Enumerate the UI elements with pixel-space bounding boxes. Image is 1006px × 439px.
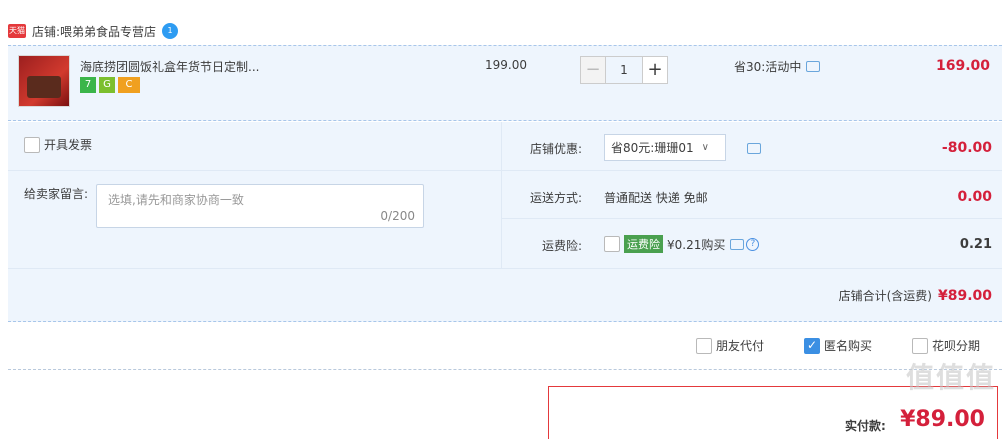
options-left-column: 开具发票 给卖家留言: 选填,请先和商家协商一致 0/200 xyxy=(8,122,502,268)
insurance-price: ¥0.21购买 xyxy=(667,237,726,252)
insurance-tag: 运费险 xyxy=(624,235,663,253)
shipping-label: 运送方式: xyxy=(529,191,582,205)
invoice-label: 开具发票 xyxy=(44,138,93,152)
insurance-comment-icon[interactable] xyxy=(730,238,745,250)
shop-discount-row: 店铺优惠: 省80元:珊珊01 ∨ -80.00 xyxy=(502,122,1002,170)
quantity-stepper: − 1 + xyxy=(580,56,668,84)
shop-name-link[interactable]: 喂弟弟食品专营店 xyxy=(60,23,156,40)
chevron-down-icon: ∨ xyxy=(701,142,709,153)
tmall-logo-icon: 天猫 xyxy=(8,24,26,38)
divider xyxy=(8,170,502,171)
product-title-link[interactable]: 海底捞团圆饭礼盒年货节日定制... xyxy=(80,58,259,75)
checkout-options-row: 朋友代付 匿名购买 花呗分期 xyxy=(8,322,1002,370)
item-subtotal: 169.00 xyxy=(935,58,990,74)
order-options-panel: 开具发票 给卖家留言: 选填,请先和商家协商一致 0/200 店铺优惠: 省80… xyxy=(8,122,1002,322)
insurance-option[interactable]: 运费险 ¥0.21购买 ? xyxy=(604,235,760,253)
product-thumbnail[interactable] xyxy=(18,55,70,107)
wangwang-chat-icon[interactable]: 1 xyxy=(162,23,179,39)
friend-pay-label: 朋友代付 xyxy=(716,339,765,353)
message-label: 给卖家留言: xyxy=(24,187,89,201)
insurance-value: 0.21 xyxy=(959,237,992,252)
shipping-method: 普通配送 快递 免邮 xyxy=(604,191,708,205)
anonymous-option[interactable]: 匿名购买 xyxy=(804,337,872,354)
payment-label: 实付款: xyxy=(845,419,886,433)
promotion-text: 省30:活动中 xyxy=(734,60,802,74)
watermark: 值值值 xyxy=(905,361,996,394)
shop-coupon-select[interactable]: 省80元:珊珊01 ∨ xyxy=(604,134,726,161)
friend-pay-checkbox[interactable] xyxy=(696,337,712,354)
huabei-option[interactable]: 花呗分期 xyxy=(912,337,980,354)
insurance-checkbox[interactable] xyxy=(604,236,620,252)
quantity-input[interactable]: 1 xyxy=(606,56,642,84)
promotion-info: 省30:活动中 xyxy=(734,58,821,75)
invoice-option[interactable]: 开具发票 xyxy=(24,136,92,153)
credit-card-icon[interactable]: C xyxy=(118,77,140,93)
shop-total-label: 店铺合计(含运费) xyxy=(838,289,932,303)
anonymous-checkbox[interactable] xyxy=(804,337,820,354)
huabei-checkbox[interactable] xyxy=(912,337,928,354)
order-item-row: 海底捞团圆饭礼盒年货节日定制... 7 G C 199.00 − 1 + 省30… xyxy=(8,45,1002,121)
shipping-value: 0.00 xyxy=(957,189,992,205)
anonymous-label: 匿名购买 xyxy=(824,339,873,353)
coupon-selected-value: 省80元:珊珊01 xyxy=(611,141,694,155)
promo-comment-icon[interactable] xyxy=(806,61,821,72)
payment-value: ¥89.00 xyxy=(900,407,985,432)
shipping-insurance-row: 运费险: 运费险 ¥0.21购买 ? 0.21 xyxy=(502,218,1002,268)
shop-total-value: ¥89.00 xyxy=(937,288,992,304)
product-service-tags: 7 G C xyxy=(80,77,140,93)
shop-label: 店铺: xyxy=(32,24,61,39)
huabei-label: 花呗分期 xyxy=(932,339,981,353)
insurance-label: 运费险: xyxy=(541,239,582,253)
quantity-increase-button[interactable]: + xyxy=(642,56,668,84)
coupon-comment-icon[interactable] xyxy=(747,143,761,154)
shop-total: 店铺合计(含运费) ¥89.00 xyxy=(839,287,992,304)
seven-day-return-icon[interactable]: 7 xyxy=(80,77,96,93)
discount-label: 店铺优惠: xyxy=(529,142,582,156)
message-placeholder: 选填,请先和商家协商一致 xyxy=(108,193,244,207)
seller-message-textarea[interactable]: 选填,请先和商家协商一致 0/200 xyxy=(96,184,424,228)
discount-value: -80.00 xyxy=(941,140,992,156)
shop-header: 天猫 店铺: 喂弟弟食品专营店 1 xyxy=(8,20,179,42)
invoice-checkbox[interactable] xyxy=(24,136,40,153)
unit-price: 199.00 xyxy=(485,58,527,72)
divider xyxy=(8,268,1002,269)
message-char-count: 0/200 xyxy=(380,209,415,223)
quantity-decrease-button[interactable]: − xyxy=(580,56,606,84)
shipping-row: 运送方式: 普通配送 快递 免邮 0.00 xyxy=(502,170,1002,218)
guarantee-icon[interactable]: G xyxy=(99,77,115,93)
help-icon[interactable]: ? xyxy=(746,237,760,251)
friend-pay-option[interactable]: 朋友代付 xyxy=(696,337,764,354)
